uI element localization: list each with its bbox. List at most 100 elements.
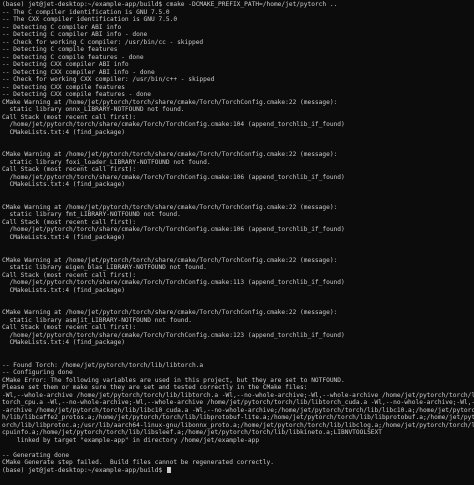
terminal-line-text: -- Check for working CXX compiler: /usr/…: [2, 76, 215, 84]
terminal-line: CMake Warning at /home/jet/pytorch/torch…: [2, 204, 474, 212]
terminal-line: CMakeLists.txt:4 (find_package): [2, 287, 474, 295]
terminal-line-text: CMake Error: The following variables are…: [2, 376, 345, 384]
terminal-line: CMakeLists.txt:4 (find_package): [2, 234, 474, 242]
terminal-line-text: -- Found Torch: /home/jet/pytorch/torch/…: [2, 361, 204, 369]
terminal-line-text: (base) jet@jet-desktop:~/example-app/bui…: [2, 1, 338, 8]
terminal-line-text: h/lib/libcaffe2_protos.a;/home/jet/pytor…: [2, 414, 474, 422]
terminal-line-text: static library fmt_LIBRARY-NOTFOUND not …: [2, 211, 181, 219]
terminal-line: Please set them or make sure they are se…: [2, 384, 474, 392]
terminal-line-text: -- Detecting C compile features: [2, 46, 118, 54]
terminal-line: -archive /home/jet/pytorch/torch/lib/lib…: [2, 407, 474, 415]
terminal-prompt-line: (base) jet@jet-desktop:~/example-app/bui…: [2, 1, 474, 9]
terminal-line-text: /home/jet/pytorch/torch/share/cmake/Torc…: [2, 173, 345, 181]
terminal-line-text: Call Stack (most recent call first):: [2, 271, 137, 279]
terminal-window[interactable]: (base) jet@jet-desktop:~/example-app/bui…: [0, 0, 474, 485]
terminal-line: static library onnx_LIBRARY-NOTFOUND not…: [2, 106, 474, 114]
terminal-line-text: static library eigen_blas_LIBRARY-NOTFOU…: [2, 264, 207, 272]
terminal-line-text: CMake Generate step failed. Build files …: [2, 459, 274, 467]
terminal-line-text: CMake Warning at /home/jet/pytorch/torch…: [2, 309, 338, 317]
terminal-line: -- The C compiler identification is GNU …: [2, 9, 474, 17]
terminal-line: -- Detecting C compiler ABI info: [2, 24, 474, 32]
terminal-line-text: -- Detecting CXX compiler ABI info: [2, 61, 129, 69]
terminal-line-text: linked by target "example-app" in direct…: [2, 436, 260, 444]
terminal-line: linked by target "example-app" in direct…: [2, 437, 474, 445]
terminal-line-text: CMake Warning at /home/jet/pytorch/torch…: [2, 203, 338, 211]
terminal-line: orch/lib/libprotoc.a;/usr/lib/aarch64-li…: [2, 422, 474, 430]
terminal-line-text: /home/jet/pytorch/torch/share/cmake/Torc…: [2, 279, 345, 287]
terminal-line-text: -- Detecting CXX compile features - done: [2, 91, 152, 99]
terminal-prompt-line: (base) jet@jet-desktop:~/example-app/bui…: [2, 466, 474, 475]
terminal-line-text: torch_cpu.a -Wl,--no-whole-archive;-Wl,-…: [2, 399, 474, 407]
terminal-line: -- Check for working CXX compiler: /usr/…: [2, 76, 474, 84]
terminal-line: CMakeLists.txt:4 (find_package): [2, 129, 474, 137]
terminal-line: static library asmjit_LIBRARY-NOTFOUND n…: [2, 317, 474, 325]
terminal-line: -- Generating done: [2, 452, 474, 460]
cursor-block-icon: [166, 466, 171, 473]
terminal-line: -- The CXX compiler identification is GN…: [2, 16, 474, 24]
terminal-line-text: -Wl,--whole-archive /home/jet/pytorch/to…: [2, 391, 474, 399]
terminal-line-text: /home/jet/pytorch/torch/share/cmake/Torc…: [2, 121, 345, 129]
terminal-line: -- Detecting CXX compile features: [2, 84, 474, 92]
terminal-line: CMake Generate step failed. Build files …: [2, 459, 474, 467]
terminal-line-text: -- Check for working C compiler: /usr/bi…: [2, 38, 204, 46]
terminal-line-text: CMakeLists.txt:4 (find_package): [2, 128, 125, 136]
terminal-line-text: /home/jet/pytorch/torch/share/cmake/Torc…: [2, 331, 345, 339]
terminal-line-text: Call Stack (most recent call first):: [2, 324, 137, 332]
terminal-line: -- Configuring done: [2, 369, 474, 377]
terminal-line-text: CMakeLists.txt:4 (find_package): [2, 339, 125, 347]
terminal-line: h/lib/libcaffe2_protos.a;/home/jet/pytor…: [2, 414, 474, 422]
terminal-line-text: -- Detecting CXX compiler ABI info - don…: [2, 68, 155, 76]
terminal-line: -- Detecting C compile features - done: [2, 54, 474, 62]
terminal-line: torch_cpu.a -Wl,--no-whole-archive;-Wl,-…: [2, 399, 474, 407]
terminal-line-text: Call Stack (most recent call first):: [2, 218, 137, 226]
terminal-line-text: -archive /home/jet/pytorch/torch/lib/lib…: [2, 406, 474, 414]
terminal-line: -Wl,--whole-archive /home/jet/pytorch/to…: [2, 392, 474, 400]
terminal-line-text: /home/jet/pytorch/torch/share/cmake/Torc…: [2, 226, 345, 234]
terminal-line: -- Detecting C compiler ABI info - done: [2, 31, 474, 39]
terminal-line-text: -- Generating done: [2, 451, 70, 459]
terminal-line: -- Check for working C compiler: /usr/bi…: [2, 39, 474, 47]
terminal-line: /home/jet/pytorch/torch/share/cmake/Torc…: [2, 174, 474, 182]
terminal-line: Call Stack (most recent call first):: [2, 324, 474, 332]
terminal-line: cpuinfo.a;/home/jet/pytorch/torch/lib/li…: [2, 429, 474, 437]
terminal-line-text: CMake Warning at /home/jet/pytorch/torch…: [2, 151, 338, 159]
terminal-line-text: Call Stack (most recent call first):: [2, 166, 137, 174]
terminal-output: (base) jet@jet-desktop:~/example-app/bui…: [2, 1, 474, 474]
terminal-line: /home/jet/pytorch/torch/share/cmake/Torc…: [2, 279, 474, 287]
terminal-line-text: orch/lib/libprotoc.a;/usr/lib/aarch64-li…: [2, 421, 474, 429]
terminal-line: /home/jet/pytorch/torch/share/cmake/Torc…: [2, 332, 474, 340]
terminal-line: CMake Warning at /home/jet/pytorch/torch…: [2, 99, 474, 107]
terminal-line: Call Stack (most recent call first):: [2, 272, 474, 280]
terminal-line-text: -- Configuring done: [2, 369, 73, 377]
terminal-line-text: static library asmjit_LIBRARY-NOTFOUND n…: [2, 316, 192, 324]
terminal-line-text: CMake Warning at /home/jet/pytorch/torch…: [2, 256, 338, 264]
terminal-line-text: static library onnx_LIBRARY-NOTFOUND not…: [2, 106, 185, 114]
terminal-line: /home/jet/pytorch/torch/share/cmake/Torc…: [2, 226, 474, 234]
terminal-line: CMake Error: The following variables are…: [2, 377, 474, 385]
terminal-line-text: (base) jet@jet-desktop:~/example-app/bui…: [2, 466, 166, 474]
terminal-line: -- Detecting CXX compiler ABI info: [2, 61, 474, 69]
terminal-line-text: -- Detecting C compiler ABI info - done: [2, 31, 148, 39]
terminal-line-text: -- Detecting C compile features - done: [2, 53, 144, 61]
terminal-line: -- Found Torch: /home/jet/pytorch/torch/…: [2, 362, 474, 370]
terminal-line-text: Please set them or make sure they are se…: [2, 384, 308, 392]
terminal-line-text: -- The CXX compiler identification is GN…: [2, 16, 178, 24]
terminal-line: -- Detecting CXX compiler ABI info - don…: [2, 69, 474, 77]
terminal-line: -- Detecting CXX compile features - done: [2, 91, 474, 99]
terminal-line-text: static library foxi_loader_LIBRARY-NOTFO…: [2, 158, 211, 166]
terminal-line: /home/jet/pytorch/torch/share/cmake/Torc…: [2, 121, 474, 129]
terminal-line: static library fmt_LIBRARY-NOTFOUND not …: [2, 211, 474, 219]
terminal-line-text: Call Stack (most recent call first):: [2, 113, 137, 121]
terminal-line: Call Stack (most recent call first):: [2, 166, 474, 174]
terminal-line-text: cpuinfo.a;/home/jet/pytorch/torch/lib/li…: [2, 429, 382, 437]
terminal-line: CMake Warning at /home/jet/pytorch/torch…: [2, 309, 474, 317]
terminal-line: static library eigen_blas_LIBRARY-NOTFOU…: [2, 264, 474, 272]
